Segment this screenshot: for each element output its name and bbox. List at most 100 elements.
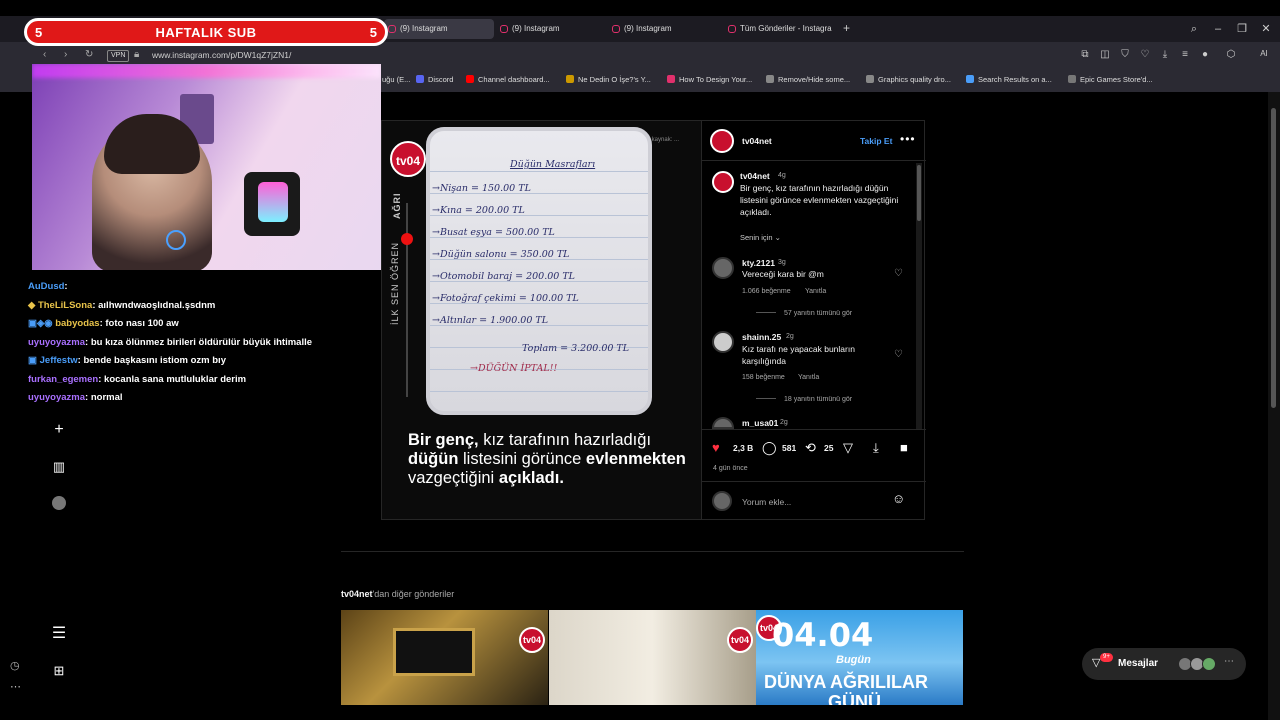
share-icon[interactable]: ▽ [843,440,853,456]
new-tab-button[interactable]: + [843,20,855,36]
shield-icon[interactable]: ⛉ [1118,49,1132,60]
minimize-icon[interactable]: – [1210,19,1226,39]
chat-message: furkan_egemen: kocanla sana mutluluklar … [28,374,247,385]
forward-icon[interactable]: › [64,49,67,60]
share-icon[interactable]: ⧉ [1078,49,1092,60]
create-icon[interactable]: + [50,421,68,439]
bookmark-search-results[interactable]: Search Results on a... [966,75,1052,84]
comment-user[interactable]: m_usa01 [742,418,778,428]
comment-avatar[interactable] [712,417,734,429]
view-replies[interactable]: 18 yanıtın tümünü gör [756,396,852,403]
extension-icon[interactable]: ⬡ [1224,49,1238,60]
repost-icon[interactable]: ⟲ [805,440,816,456]
chat-message: uyuyoyazma: bu kıza ölünmez birileri öld… [28,337,313,348]
more-posts-account[interactable]: tv04net [341,589,373,599]
url-field[interactable]: www.instagram.com/p/DW1qZ7jZN1/ [152,50,291,60]
my-avatar [712,491,732,511]
close-icon[interactable]: ✕ [1258,19,1274,39]
post-thumbnail[interactable]: tv04 04.04 Bugün DÜNYA AĞRILILAR GÜNÜ [756,610,963,705]
download-icon[interactable]: ⤓ [873,440,879,456]
tab-instagram-3[interactable]: (9) Instagram [608,19,718,39]
comment-likes[interactable]: 158 beğenme [742,374,785,381]
vpn-badge[interactable]: VPN [107,50,130,62]
post-media[interactable]: tv04 AĞRI İLK SEN ÖĞREN Temsili fotoğraf… [382,121,701,519]
comment-input[interactable]: Yorum ekle... [742,497,791,507]
comments-scroll-thumb[interactable] [917,165,921,221]
account-name[interactable]: tv04net [742,136,772,146]
search-tabs-icon[interactable]: ⌕ [1186,19,1202,39]
dashboard-icon[interactable]: ▥ [50,458,68,476]
messages-button[interactable]: ▽ 9+ Mesajlar ⋯ [1082,648,1246,680]
gear-icon [766,75,774,83]
side-label-slogan: İLK SEN ÖĞREN [390,241,400,325]
bookmark-epic-games[interactable]: Epic Games Store'd... [1068,75,1153,84]
ai-button[interactable]: AI [1252,49,1276,58]
reply-button[interactable]: Yanıtla [805,288,826,295]
post-thumbnail[interactable]: tv04 [549,610,756,705]
back-icon[interactable]: ‹ [43,49,46,60]
comment-likes[interactable]: 1.066 beğenme [742,288,791,295]
overflow-icon[interactable]: ⋯ [10,680,21,693]
comment-user[interactable]: shainn.25 [742,332,781,342]
translation-toggle[interactable]: Senin için ⌄ [740,233,781,242]
bookmark-remove-hide[interactable]: Remove/Hide some... [766,75,850,84]
headphone-ring [166,230,186,250]
description-user[interactable]: tv04net [740,171,770,181]
chat-message: ▣ Jeffestw: bende başkasını istiom ozm b… [28,355,226,366]
also-from-meta-icon[interactable]: ⊞ [50,662,68,680]
scrollbar-thumb[interactable] [1271,108,1276,408]
comment-age: 3g [778,259,786,266]
bookmark-graphics[interactable]: Graphics quality dro... [866,75,951,84]
led-strip [32,64,381,78]
more-menu-icon[interactable]: ☰ [50,625,68,643]
side-dot [401,233,413,245]
sub-banner-title: HAFTALIK SUB [155,25,257,40]
clock-icon[interactable]: ◷ [10,659,20,672]
like-icon[interactable]: ♥ [712,440,720,455]
page-scrollbar[interactable] [1268,92,1280,720]
bookmark-channel-dashboard[interactable]: Channel dashboard... [466,75,550,84]
comment-icon[interactable]: ◯ [762,440,777,456]
comment-like-icon[interactable]: ♡ [894,268,903,279]
menu-icon[interactable]: ≡ [1178,49,1192,60]
tv04-logo: tv04 [519,627,545,653]
lock-icon[interactable]: 🔒︎ [134,49,139,60]
comments-scrollbar[interactable] [916,163,922,429]
more-posts-suffix: 'dan diğer gönderiler [372,589,455,599]
view-replies[interactable]: 57 yanıtın tümünü gör [756,310,852,317]
bookmark-discord[interactable]: Discord [416,75,453,84]
caption-part: listesini görünce [458,450,586,468]
save-icon[interactable]: ■ [900,440,908,455]
tab-all-posts[interactable]: Tüm Gönderiler - Instagra [724,19,836,39]
list-item: →Nişan = 150.00 TL [432,183,531,194]
description-avatar[interactable] [712,171,734,193]
tab-instagram-1[interactable]: (9) Instagram [384,19,494,39]
comment-avatar[interactable] [712,257,734,279]
emoji-icon[interactable]: ☺ [892,491,905,506]
bookmark-icon [966,75,974,83]
reload-icon[interactable]: ↻ [85,49,93,60]
like-count[interactable]: 2,3 B [733,443,753,453]
maximize-icon[interactable]: ❐ [1234,19,1250,39]
bookmark-how-to-design[interactable]: How To Design Your... [667,75,752,84]
list-item: →Fotoğraf çekimi = 100.00 TL [432,293,579,304]
heart-icon[interactable]: ♡ [1138,49,1152,60]
tab-instagram-2[interactable]: (9) Instagram [496,19,606,39]
more-options-icon[interactable]: ••• [900,132,916,146]
follow-button[interactable]: Takip Et [860,136,892,146]
badge-icon: ◆ [28,300,38,311]
profile-avatar[interactable] [50,496,68,514]
caption-part: açıkladı. [498,469,564,487]
account-avatar[interactable] [710,129,734,153]
profile-icon[interactable]: ● [1198,49,1212,60]
camera-icon[interactable]: ◫ [1098,49,1112,60]
comment-avatar[interactable] [712,331,734,353]
download-icon[interactable]: ⤓ [1158,49,1172,60]
comment-user[interactable]: kty.2121 [742,258,775,268]
bookmark-ne-dedin[interactable]: Ne Dedin O İşe?'s Y... [566,75,651,84]
comment-like-icon[interactable]: ♡ [894,349,903,360]
list-item: →Kına = 200.00 TL [432,205,525,216]
bookmark-item[interactable]: uğu (E... [382,75,410,84]
post-thumbnail[interactable]: tv04 [341,610,548,705]
reply-button[interactable]: Yanıtla [798,374,819,381]
